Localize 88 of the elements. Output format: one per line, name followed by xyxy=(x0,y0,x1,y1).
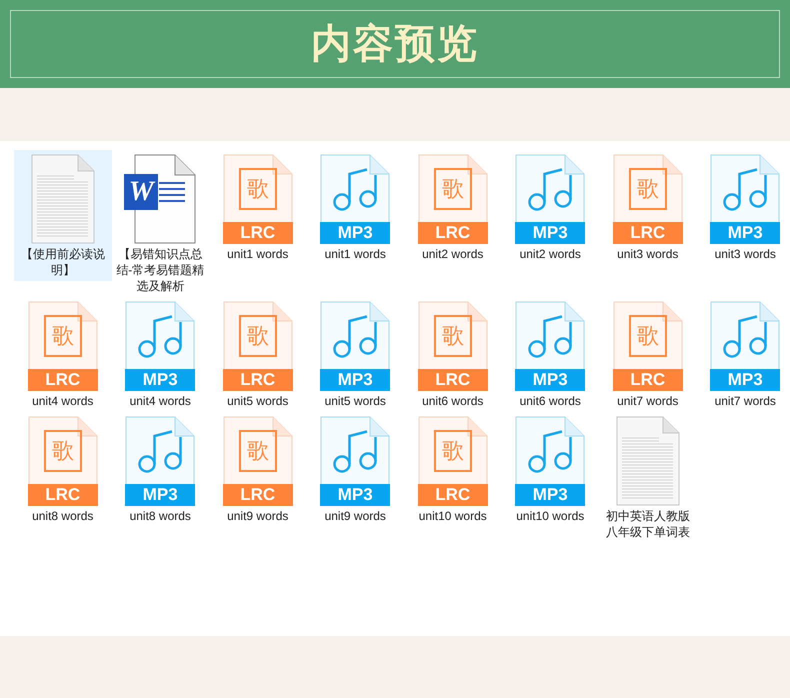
file-item[interactable]: 初中英语人教版八年级下单词表 xyxy=(599,412,696,543)
file-item[interactable]: 歌 LRC unit8 words xyxy=(14,412,112,527)
file-type-label: MP3 xyxy=(320,369,390,391)
music-note-icon xyxy=(528,430,574,474)
lyrics-frame: 歌 xyxy=(238,430,277,472)
file-name: unit9 words xyxy=(324,508,387,524)
file-item[interactable]: MP3 unit4 words xyxy=(112,297,209,412)
file-name: unit2 words xyxy=(518,246,582,262)
file-type-label: LRC xyxy=(418,222,488,244)
file-type-label: MP3 xyxy=(710,369,780,391)
file-type-label: MP3 xyxy=(320,484,390,506)
file-name: 初中英语人教版八年级下单词表 xyxy=(604,508,691,540)
file-name: unit3 words xyxy=(714,246,777,262)
file-type-label: LRC xyxy=(222,484,293,506)
file-type-label: LRC xyxy=(28,369,98,391)
file-name: unit5 words xyxy=(226,393,290,409)
file-type-label: LRC xyxy=(222,222,293,244)
file-type-label: LRC xyxy=(418,369,488,391)
file-type-label: MP3 xyxy=(125,369,196,391)
file-type-label: LRC xyxy=(28,484,98,506)
file-type-label: MP3 xyxy=(320,222,390,244)
file-type-label: MP3 xyxy=(125,484,196,506)
file-name: unit1 words xyxy=(226,246,290,262)
file-item[interactable]: MP3 unit5 words xyxy=(306,297,404,412)
file-type-label: MP3 xyxy=(515,222,586,244)
file-item[interactable]: MP3 unit2 words xyxy=(502,150,599,265)
file-name: unit10 words xyxy=(418,508,488,524)
file-item[interactable]: MP3 unit1 words xyxy=(306,150,404,265)
file-item[interactable]: MP3 unit9 words xyxy=(306,412,404,527)
word-logo: W xyxy=(124,174,158,210)
file-item[interactable]: 歌 LRC unit3 words xyxy=(599,150,696,265)
file-name: unit4 words xyxy=(31,393,94,409)
lyrics-frame: 歌 xyxy=(434,430,472,472)
file-type-label: LRC xyxy=(418,484,488,506)
file-item[interactable]: 歌 LRC unit5 words xyxy=(209,297,306,412)
file-name: 【使用前必读说明】 xyxy=(20,246,106,278)
file-type-label: LRC xyxy=(222,369,293,391)
file-item[interactable]: W 【易错知识点总结-常考易错题精选及解析 xyxy=(112,150,209,297)
music-note-icon xyxy=(723,168,770,212)
lyrics-frame: 歌 xyxy=(628,315,667,357)
file-type-label: MP3 xyxy=(515,369,586,391)
lyrics-frame: 歌 xyxy=(628,168,667,210)
lyrics-frame: 歌 xyxy=(44,430,82,472)
file-item[interactable]: MP3 unit8 words xyxy=(112,412,209,527)
music-note-icon xyxy=(528,168,574,212)
file-name: unit6 words xyxy=(421,393,484,409)
file-name: unit3 words xyxy=(616,246,680,262)
music-note-icon xyxy=(333,315,380,359)
file-item[interactable]: MP3 unit6 words xyxy=(502,297,599,412)
file-name: unit8 words xyxy=(31,508,94,524)
lyrics-frame: 歌 xyxy=(434,315,472,357)
file-name: unit1 words xyxy=(324,246,387,262)
file-item[interactable]: 歌 LRC unit7 words xyxy=(599,297,696,412)
music-note-icon xyxy=(723,315,770,359)
file-name: unit9 words xyxy=(226,508,290,524)
file-name: unit5 words xyxy=(324,393,387,409)
page-title: 内容预览 xyxy=(311,24,479,64)
file-item[interactable]: 歌 LRC unit4 words xyxy=(14,297,112,412)
music-note-icon xyxy=(333,430,380,474)
music-note-icon xyxy=(138,315,184,359)
file-item[interactable]: 歌 LRC unit9 words xyxy=(209,412,306,527)
file-name: 【易错知识点总结-常考易错题精选及解析 xyxy=(115,246,206,294)
file-name: unit7 words xyxy=(616,393,680,409)
file-name: unit2 words xyxy=(421,246,484,262)
file-item[interactable]: MP3 unit7 words xyxy=(696,297,790,412)
file-type-label: MP3 xyxy=(515,484,586,506)
music-note-icon xyxy=(528,315,574,359)
file-name: unit10 words xyxy=(515,508,586,524)
file-item[interactable]: 【使用前必读说明】 xyxy=(14,150,112,281)
music-note-icon xyxy=(138,430,184,474)
file-item[interactable]: 歌 LRC unit6 words xyxy=(404,297,502,412)
lyrics-frame: 歌 xyxy=(238,315,277,357)
file-name: unit7 words xyxy=(714,393,777,409)
file-type-label: LRC xyxy=(612,222,683,244)
lyrics-frame: 歌 xyxy=(44,315,82,357)
file-type-label: MP3 xyxy=(710,222,780,244)
file-item[interactable]: 歌 LRC unit2 words xyxy=(404,150,502,265)
file-name: unit8 words xyxy=(128,508,192,524)
file-item[interactable]: 歌 LRC unit10 words xyxy=(404,412,502,527)
file-item[interactable]: MP3 unit3 words xyxy=(696,150,790,265)
file-name: unit6 words xyxy=(518,393,582,409)
music-note-icon xyxy=(333,168,380,212)
file-item[interactable]: MP3 unit10 words xyxy=(502,412,599,527)
file-item[interactable]: 歌 LRC unit1 words xyxy=(209,150,306,265)
lyrics-frame: 歌 xyxy=(238,168,277,210)
file-type-label: LRC xyxy=(612,369,683,391)
lyrics-frame: 歌 xyxy=(434,168,472,210)
file-name: unit4 words xyxy=(128,393,192,409)
